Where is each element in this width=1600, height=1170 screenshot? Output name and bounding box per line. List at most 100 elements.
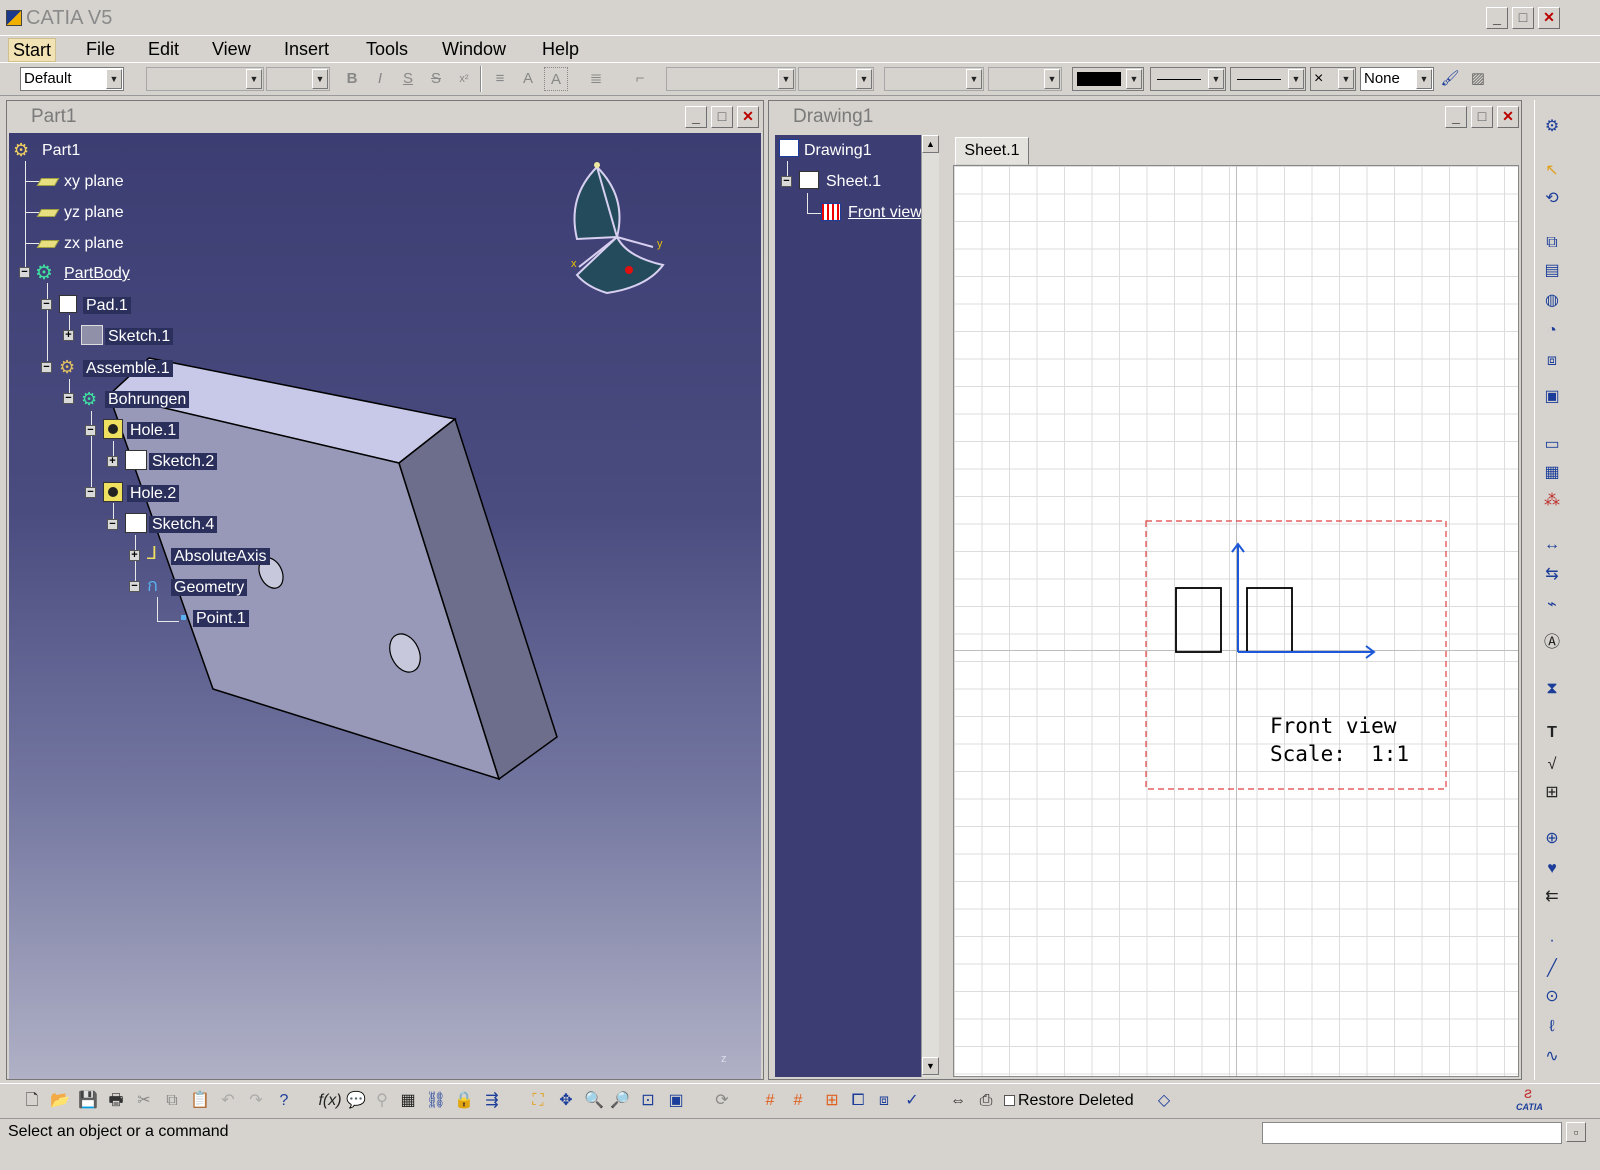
zoom-out-icon[interactable]: 🔎 (608, 1089, 632, 1113)
copy-object-format-icon[interactable]: 🖌 (1438, 67, 1462, 91)
tree-node-yz-plane[interactable]: yz plane (61, 203, 127, 223)
tree-node-sketch2[interactable]: Sketch.2 (149, 452, 218, 472)
status-options-button[interactable]: ▫ (1566, 1122, 1586, 1142)
catalog-icon[interactable]: ⛓ (424, 1089, 448, 1113)
tree-node-point1[interactable]: Point.1 (193, 609, 249, 629)
analysis-display-icon[interactable]: ✓ (900, 1089, 924, 1113)
zoom-in-icon[interactable]: 🔍 (582, 1089, 606, 1113)
section-view-icon[interactable]: ▤ (1540, 260, 1564, 282)
line-icon[interactable]: ╱ (1540, 958, 1564, 980)
tree-node-xy-plane[interactable]: xy plane (61, 172, 127, 192)
create-detected-constraints-icon[interactable]: ⧠ (846, 1089, 870, 1113)
zoom-area-icon[interactable]: ⊡ (636, 1089, 660, 1113)
collapse-icon[interactable]: − (781, 176, 792, 187)
rule-icon[interactable]: ⇶ (480, 1089, 504, 1113)
command-input[interactable] (1262, 1122, 1562, 1144)
dimensions-icon[interactable]: ↔ (1540, 534, 1564, 556)
hatching-icon[interactable]: ▨ (1466, 67, 1490, 91)
drawing-maximize-button[interactable]: □ (1471, 106, 1493, 128)
part-close-button[interactable]: ✕ (737, 106, 759, 128)
tolerance-icon[interactable]: ⌁ (1540, 594, 1564, 616)
tree-node-geometry[interactable]: Geometry (171, 578, 248, 598)
tree-node-partbody[interactable]: PartBody (61, 264, 133, 284)
menu-start[interactable]: Start (8, 38, 57, 62)
redo-icon[interactable]: ↷ (244, 1089, 268, 1113)
arrow-icon[interactable]: ⇇ (1540, 886, 1564, 908)
update-icon[interactable]: ⎙ (974, 1089, 998, 1113)
point-type-combo[interactable]: × ▼ (1310, 67, 1356, 91)
close-button[interactable]: ✕ (1538, 7, 1560, 29)
area-fill-icon[interactable]: ♥ (1540, 858, 1564, 880)
select-arrow-icon[interactable]: ↖ (1540, 160, 1564, 182)
broken-view-icon[interactable]: ⧈ (1540, 350, 1564, 372)
frame-icon[interactable]: A (544, 67, 568, 91)
instantiate-icon[interactable]: ⁂ (1540, 490, 1564, 512)
insert-symbol-icon[interactable]: ≣ (584, 67, 608, 91)
font-name-combo[interactable]: ▼ (146, 67, 264, 91)
maximize-button[interactable]: □ (1512, 7, 1534, 29)
line-thickness-combo[interactable]: ▼ (1150, 67, 1226, 91)
tolerance-value-combo[interactable]: ▼ (798, 67, 874, 91)
save-icon[interactable]: 💾 (76, 1089, 100, 1113)
dress-up-icon[interactable]: ⧗ (1540, 678, 1564, 700)
menu-help[interactable]: Help (538, 38, 583, 62)
format-combo[interactable]: ▼ (988, 67, 1062, 91)
point-icon[interactable]: · (1540, 930, 1564, 952)
print-icon[interactable]: 🖶 (104, 1089, 128, 1113)
compass-widget[interactable]: x y (557, 157, 677, 297)
profile-icon[interactable]: ℓ (1540, 1016, 1564, 1038)
scroll-up-icon[interactable]: ▲ (922, 135, 939, 153)
3d-viewport[interactable]: x y z ⚙ Part1 xy plane yz plane zx plane… (9, 133, 761, 1079)
italic-icon[interactable]: I (368, 67, 392, 91)
drawing-close-button[interactable]: ✕ (1497, 106, 1519, 128)
snap-icon[interactable]: # (786, 1089, 810, 1113)
strikethrough-icon[interactable]: S (424, 67, 448, 91)
hyperlink-icon[interactable]: ⚲ (370, 1089, 394, 1113)
text-box-icon[interactable]: Ⓐ (1540, 632, 1564, 654)
detail-view-icon[interactable]: ◍ (1540, 290, 1564, 312)
part-minimize-button[interactable]: _ (685, 106, 707, 128)
circle-icon[interactable]: ⊙ (1540, 986, 1564, 1008)
pattern-combo[interactable]: None ▼ (1360, 67, 1434, 91)
color-combo[interactable]: ▼ (1072, 67, 1144, 91)
part-maximize-button[interactable]: □ (711, 106, 733, 128)
cut-icon[interactable]: ✂ (132, 1089, 156, 1113)
open-folder-icon[interactable]: 📂 (48, 1089, 72, 1113)
fit-all-icon[interactable]: ⛶ (526, 1089, 550, 1113)
whats-this-icon[interactable]: ? (272, 1089, 296, 1113)
roughness-symbol-icon[interactable]: √ (1540, 754, 1564, 776)
menu-insert[interactable]: Insert (280, 38, 333, 62)
style-combo[interactable]: Default ▼ (20, 67, 124, 91)
wizard-icon[interactable]: ▣ (1540, 386, 1564, 408)
clipping-view-icon[interactable]: ◔ (1540, 320, 1564, 342)
layer-icon[interactable]: ◇ (1152, 1089, 1176, 1113)
collapse-icon[interactable]: − (129, 581, 140, 592)
new-view-icon[interactable]: ▦ (1540, 462, 1564, 484)
text-anchor-icon[interactable]: A (516, 67, 540, 91)
bold-icon[interactable]: B (340, 67, 364, 91)
dimension-tolerance-icon[interactable]: ⌐ (628, 67, 652, 91)
tab-sheet1[interactable]: Sheet.1 (955, 137, 1029, 165)
align-left-icon[interactable]: ≡ (488, 67, 512, 91)
expand-icon[interactable]: + (107, 456, 118, 467)
collapse-icon[interactable]: − (19, 267, 30, 278)
show-constraints-icon[interactable]: ⊞ (820, 1089, 844, 1113)
expand-icon[interactable]: + (129, 550, 140, 561)
tree-node-hole1[interactable]: Hole.1 (127, 421, 180, 441)
sketcher-icon[interactable]: ⟲ (1540, 188, 1564, 210)
paste-icon[interactable]: 📋 (188, 1089, 212, 1113)
undo-icon[interactable]: ↶ (216, 1089, 240, 1113)
drawing-sheet[interactable]: Front view Scale: 1:1 (953, 165, 1519, 1077)
drawing-tree-scrollbar[interactable]: ▲ ▼ (921, 135, 939, 1077)
tree-node-part1[interactable]: Part1 (39, 141, 83, 161)
generate-dimensions-icon[interactable]: ⇆ (1540, 564, 1564, 586)
comment-icon[interactable]: 💬 (344, 1089, 368, 1113)
tree-node-zx-plane[interactable]: zx plane (61, 234, 127, 254)
expand-icon[interactable]: + (63, 330, 74, 341)
scroll-down-icon[interactable]: ▼ (922, 1057, 939, 1075)
menu-file[interactable]: File (82, 38, 119, 62)
tree-node-absoluteaxis[interactable]: AbsoluteAxis (171, 547, 270, 567)
filter-generated-elements-icon[interactable]: ⧈ (872, 1089, 896, 1113)
menu-view[interactable]: View (208, 38, 255, 62)
tree-node-sketch1[interactable]: Sketch.1 (105, 327, 174, 347)
